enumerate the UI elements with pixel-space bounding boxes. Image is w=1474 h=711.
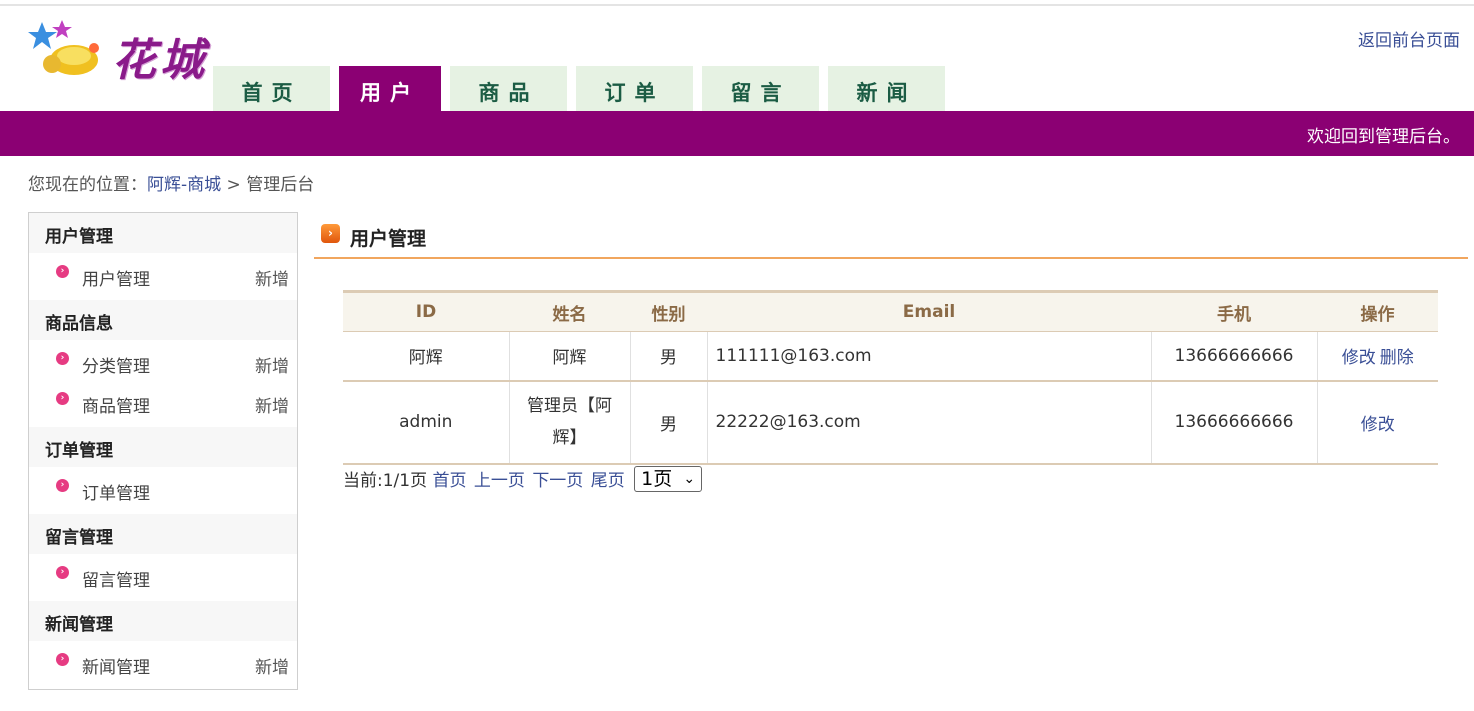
page-select-value: 1页 xyxy=(641,468,673,490)
sidebar-item-message-management[interactable]: › 留言管理 xyxy=(29,554,297,594)
cell-email: 22222@163.com xyxy=(706,380,1151,465)
cell-phone: 13666666666 xyxy=(1150,331,1317,382)
sidebar-item-label[interactable]: 商品管理 xyxy=(82,392,150,417)
breadcrumb-prefix: 您现在的位置： xyxy=(28,175,147,195)
chevron-down-icon: ⌄ xyxy=(683,471,696,487)
sidebar-section-users: 用户管理 xyxy=(29,213,297,253)
breadcrumb-current: 管理后台 xyxy=(246,175,315,195)
sidebar-section-news: 新闻管理 xyxy=(29,601,297,641)
page-select[interactable]: 1页 ⌄ xyxy=(634,466,703,492)
arrow-bullet-icon: › xyxy=(56,352,69,365)
cell-id: 阿辉 xyxy=(343,331,509,382)
pager-prev-link[interactable]: 上一页 xyxy=(474,471,525,491)
top-divider xyxy=(0,4,1474,6)
edit-user-link[interactable]: 修改 xyxy=(1361,415,1395,435)
pager-next-link[interactable]: 下一页 xyxy=(532,471,583,491)
return-frontend-link[interactable]: 返回前台页面 xyxy=(1358,26,1460,51)
arrow-right-icon: › xyxy=(321,224,340,243)
edit-user-link[interactable]: 修改 xyxy=(1342,348,1376,368)
table-header-row: ID 姓名 性别 Email 手机 操作 xyxy=(343,290,1438,332)
sidebar-item-label[interactable]: 用户管理 xyxy=(82,265,150,290)
site-logo[interactable]: 花城 xyxy=(28,18,208,86)
arrow-bullet-icon: › xyxy=(56,265,69,278)
logo-graphic-icon xyxy=(28,20,99,75)
column-header-phone: 手机 xyxy=(1151,290,1317,332)
welcome-text: 欢迎回到管理后台。 xyxy=(1307,127,1460,147)
cell-name: 阿辉 xyxy=(508,331,630,382)
title-divider xyxy=(314,257,1468,259)
column-header-name: 姓名 xyxy=(509,290,630,332)
page-title-text: 用户管理 xyxy=(350,228,427,250)
tab-news[interactable]: 新闻 xyxy=(828,66,945,111)
sidebar-section-products: 商品信息 xyxy=(29,300,297,340)
cell-phone: 13666666666 xyxy=(1150,380,1317,465)
arrow-bullet-icon: › xyxy=(56,653,69,666)
cell-gender: 男 xyxy=(629,331,707,382)
sidebar-item-label[interactable]: 分类管理 xyxy=(82,352,150,377)
arrow-bullet-icon: › xyxy=(56,392,69,405)
pager-last-link[interactable]: 尾页 xyxy=(591,471,625,491)
arrow-bullet-icon: › xyxy=(56,566,69,579)
table-row: admin 管理员【阿辉】 男 22222@163.com 1366666666… xyxy=(343,380,1438,465)
column-header-email: Email xyxy=(707,290,1151,332)
arrow-bullet-icon: › xyxy=(56,479,69,492)
logo-text: 花城 xyxy=(112,35,208,86)
sidebar-section-orders: 订单管理 xyxy=(29,427,297,467)
sidebar-item-product-management[interactable]: › 商品管理 新增 xyxy=(29,380,297,420)
tab-users[interactable]: 用户 xyxy=(339,66,441,111)
tab-products[interactable]: 商品 xyxy=(450,66,567,111)
column-header-actions: 操作 xyxy=(1317,290,1438,332)
sidebar-item-order-management[interactable]: › 订单管理 xyxy=(29,467,297,507)
sidebar-item-label[interactable]: 留言管理 xyxy=(82,566,150,591)
sidebar-item-label[interactable]: 订单管理 xyxy=(82,479,150,504)
tab-home[interactable]: 首页 xyxy=(213,66,330,111)
sidebar-item-news-management[interactable]: › 新闻管理 新增 xyxy=(29,641,297,681)
pager-current: 当前:1/1页 xyxy=(343,471,428,491)
table-row: 阿辉 阿辉 男 111111@163.com 13666666666 修改 删除 xyxy=(343,331,1438,382)
add-category-link[interactable]: 新增 xyxy=(255,352,289,377)
cell-gender: 男 xyxy=(629,380,707,465)
cell-name: 管理员【阿辉】 xyxy=(508,380,630,465)
cell-actions: 修改 删除 xyxy=(1316,331,1438,382)
add-news-link[interactable]: 新增 xyxy=(255,653,289,678)
sidebar-item-user-management[interactable]: › 用户管理 新增 xyxy=(29,253,297,293)
cell-id: admin xyxy=(343,380,509,465)
cell-actions: 修改 xyxy=(1316,380,1438,465)
users-table: ID 姓名 性别 Email 手机 操作 阿辉 阿辉 男 111111@163.… xyxy=(343,290,1438,465)
column-header-id: ID xyxy=(343,290,509,332)
tab-orders[interactable]: 订单 xyxy=(576,66,693,111)
sidebar-item-category-management[interactable]: › 分类管理 新增 xyxy=(29,340,297,380)
sidebar-section-messages: 留言管理 xyxy=(29,514,297,554)
delete-user-link[interactable]: 删除 xyxy=(1380,348,1414,368)
welcome-banner: 欢迎回到管理后台。 xyxy=(0,111,1474,156)
cell-email: 111111@163.com xyxy=(706,331,1151,382)
breadcrumb: 您现在的位置：阿辉-商城 > 管理后台 xyxy=(28,170,314,195)
column-header-gender: 性别 xyxy=(630,290,707,332)
tab-messages[interactable]: 留言 xyxy=(702,66,819,111)
sidebar-item-label[interactable]: 新闻管理 xyxy=(82,653,150,678)
add-product-link[interactable]: 新增 xyxy=(255,392,289,417)
pager-first-link[interactable]: 首页 xyxy=(433,471,467,491)
sidebar: 用户管理 › 用户管理 新增 商品信息 › 分类管理 新增 › 商品管理 新增 … xyxy=(28,212,298,690)
breadcrumb-separator: > xyxy=(226,175,241,195)
breadcrumb-home-link[interactable]: 阿辉-商城 xyxy=(147,175,221,195)
pagination: 当前:1/1页 首页 上一页 下一页 尾页 1页 ⌄ xyxy=(343,466,703,494)
add-user-link[interactable]: 新增 xyxy=(255,265,289,290)
